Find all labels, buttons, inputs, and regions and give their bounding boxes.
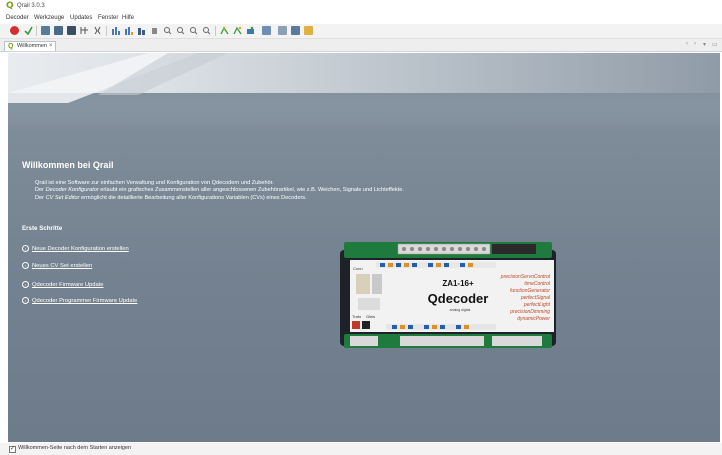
new-cv-set-link[interactable]: › Neues CV Set erstellen <box>22 262 92 269</box>
page-title: Willkommen bei Qrail <box>22 160 114 170</box>
save-icon[interactable] <box>262 26 271 35</box>
stop-icon[interactable] <box>10 26 19 35</box>
toolbar <box>0 24 722 39</box>
arrow-circle-icon: › <box>22 281 29 288</box>
toolbar-separator <box>106 26 107 36</box>
zoom-reset-icon[interactable] <box>202 26 211 35</box>
zoom-out-icon[interactable] <box>189 26 198 35</box>
zoom-in-icon[interactable] <box>176 26 185 35</box>
feature-1: timeControl <box>524 281 550 287</box>
qrail-logo-icon: Q <box>6 1 14 11</box>
arrow-circle-icon: › <box>22 297 29 304</box>
toolbar-separator <box>36 26 37 36</box>
toolbar-separator <box>215 26 216 36</box>
signal-icon[interactable] <box>220 26 229 35</box>
new-decoder-config-link[interactable]: › Neue Decoder Konfiguration erstellen <box>22 245 129 252</box>
window-title: Qrail 3.0.3 <box>17 3 45 9</box>
bars-icon[interactable] <box>111 26 120 35</box>
maximize-icon[interactable]: ▭ <box>712 41 718 48</box>
menu-decoder[interactable]: Decoder <box>6 15 29 21</box>
gleis-label: Gleis <box>366 314 375 319</box>
menu-fenster[interactable]: Fenster <box>98 15 118 21</box>
trafo-label: Trafo <box>352 314 362 319</box>
folder-icon[interactable] <box>304 26 313 35</box>
qdecoder-firmware-update-link[interactable]: › Qdecoder Firmware Update <box>22 281 104 288</box>
check-icon[interactable] <box>24 26 33 36</box>
tab-willkommen[interactable]: Q Willkommen × <box>4 41 56 51</box>
intro-line-3: Der CV Set Editor ermöglicht die detaill… <box>35 194 307 201</box>
model-label: ZA1-16+ <box>442 279 474 288</box>
menu-bar: Decoder Werkzeuge Updates Fenster Hilfe <box>0 14 722 24</box>
menu-werkzeuge[interactable]: Werkzeuge <box>34 15 64 21</box>
signal-add-icon[interactable] <box>233 26 242 35</box>
brand-sub-label: analog digital <box>450 308 471 312</box>
show-welcome-label[interactable]: Willkommen-Seite nach dem Starten anzeig… <box>18 445 131 451</box>
feature-3: perfectSignal <box>520 295 551 301</box>
settings-icon[interactable] <box>93 26 102 35</box>
header-banner <box>8 53 720 133</box>
feature-4: perfectLight <box>523 302 551 308</box>
tab-bar: Q Willkommen × ‹ › ▾ ▭ <box>0 39 722 52</box>
signal-edit-icon[interactable] <box>246 26 255 35</box>
product-image-qdecoder: Conn ZA1-16+ Qdecoder analog digital pre… <box>340 242 556 348</box>
print-icon[interactable] <box>278 26 287 35</box>
bars-add-icon[interactable] <box>124 26 133 35</box>
feature-0: precisionServoControl <box>500 274 551 280</box>
tab-prev-icon[interactable]: ‹ <box>686 41 688 47</box>
programmer-firmware-update-link[interactable]: › Qdecoder Programmer Firmware Update <box>22 297 137 304</box>
intro-line-2: Der Decoder Konfigurator erlaubt ein gra… <box>35 187 404 194</box>
layer-icon[interactable] <box>150 26 159 35</box>
tab-label: Willkommen <box>17 43 47 49</box>
conn-label: Conn <box>353 266 363 271</box>
bars-remove-icon[interactable] <box>137 26 146 35</box>
branch-icon[interactable] <box>80 26 89 35</box>
export-icon[interactable] <box>291 26 300 35</box>
menu-hilfe[interactable]: Hilfe <box>122 15 134 21</box>
tab-next-icon[interactable]: › <box>694 41 696 47</box>
arrow-circle-icon: › <box>22 262 29 269</box>
welcome-page: Willkommen bei Qrail Qrail ist eine Soft… <box>8 53 720 442</box>
zoom-icon[interactable] <box>163 26 172 35</box>
decoder-icon[interactable] <box>67 26 76 35</box>
tab-menu-icon[interactable]: ▾ <box>703 41 706 48</box>
decoder-read-icon[interactable] <box>41 26 50 35</box>
show-welcome-checkbox[interactable] <box>9 445 16 453</box>
brand-label: Qdecoder <box>428 291 489 306</box>
menu-updates[interactable]: Updates <box>70 15 92 21</box>
intro-line-1: Qrail ist eine Software zur einfachen Ve… <box>35 180 274 186</box>
title-bar: Q Qrail 3.0.3 <box>0 0 722 14</box>
decoder-write-icon[interactable] <box>54 26 63 35</box>
arrow-circle-icon: › <box>22 245 29 252</box>
steps-heading: Erste Schritte <box>22 225 63 232</box>
feature-5: precisionDimming <box>509 309 550 315</box>
status-bar: Willkommen-Seite nach dem Starten anzeig… <box>0 443 722 455</box>
feature-6: dynamicPower <box>517 316 550 322</box>
feature-2: functionGenerator <box>510 288 550 294</box>
intro-text: Qrail ist eine Software zur einfachen Ve… <box>22 180 582 202</box>
close-icon[interactable]: × <box>49 42 53 51</box>
qrail-tab-icon: Q <box>8 43 14 50</box>
